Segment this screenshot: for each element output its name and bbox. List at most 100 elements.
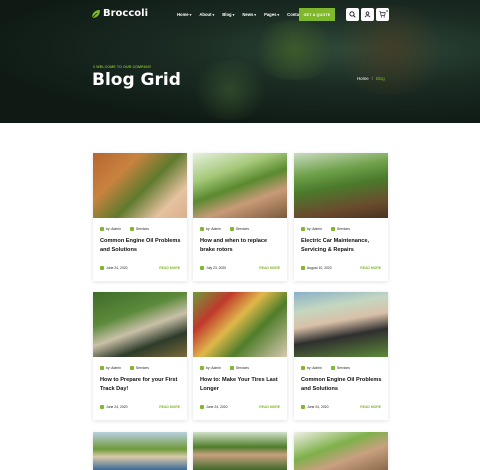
blog-card-image[interactable] <box>193 153 287 218</box>
calendar-icon <box>200 266 204 270</box>
user-icon <box>100 227 104 231</box>
folder-icon <box>229 227 234 231</box>
blog-card[interactable] <box>294 432 388 470</box>
page-hero: Broccoli Home ▾ About ▾ Blog ▾ News ▾ Pages ▾… <box>0 0 480 123</box>
blog-card-title[interactable]: How and when to replace brake rotors <box>200 237 282 254</box>
calendar-icon <box>301 266 305 270</box>
blog-card-footer: July 23, 2020 READ MORE <box>200 266 280 270</box>
author-label: by: Admin <box>106 366 121 370</box>
category-label: Services <box>235 366 249 370</box>
calendar-icon <box>100 405 104 409</box>
post-category[interactable]: Services <box>129 227 149 231</box>
read-more-link[interactable]: READ MORE <box>360 405 381 409</box>
blog-card[interactable]: by: Admin Services How and when to repla… <box>193 153 287 281</box>
blog-card-meta: by: Admin Services <box>200 227 249 231</box>
blog-card[interactable]: by: Admin Services How to Prepare for yo… <box>93 292 187 420</box>
blog-card-title[interactable]: Common Engine Oil Problems and Solutions <box>301 376 383 393</box>
blog-card[interactable]: by: Admin Services How to: Make Your Tir… <box>193 292 287 420</box>
category-label: Services <box>135 227 149 231</box>
blog-card-image[interactable] <box>193 292 287 357</box>
author-label: by: Admin <box>307 227 322 231</box>
hero-background-image <box>250 20 340 80</box>
broccoli-leaf-icon <box>91 9 100 18</box>
category-label: Services <box>235 227 249 231</box>
read-more-link[interactable]: READ MORE <box>360 266 381 270</box>
blog-card-image[interactable] <box>193 432 287 470</box>
hero-eyebrow: // WELCOME TO OUR COMPANY <box>93 65 152 69</box>
page-title: Blog Grid <box>92 70 181 90</box>
post-author[interactable]: by: Admin <box>301 366 322 370</box>
read-more-link[interactable]: READ MORE <box>159 405 180 409</box>
blog-card[interactable] <box>93 432 187 470</box>
blog-card-meta: by: Admin Services <box>301 227 350 231</box>
blog-card-image[interactable] <box>294 153 388 218</box>
blog-card[interactable]: by: Admin Services Electric Car Maintena… <box>294 153 388 281</box>
nav-item-about[interactable]: About ▾ <box>199 12 214 17</box>
category-label: Services <box>336 366 350 370</box>
nav-label: Blog <box>222 12 232 17</box>
main-nav: Home ▾ About ▾ Blog ▾ News ▾ Pages ▾ Contact <box>177 12 303 17</box>
blog-card-footer: August 10, 2020 READ MORE <box>301 266 381 270</box>
chevron-down-icon: ▾ <box>277 12 280 17</box>
post-date: July 23, 2020 <box>200 266 226 270</box>
post-author[interactable]: by: Admin <box>200 366 221 370</box>
get-a-quote-button[interactable]: GET A QUOTE <box>299 8 335 21</box>
cart-count-badge: 0 <box>386 9 388 13</box>
blog-card-title[interactable]: How to Prepare for your First Track Day! <box>100 376 182 393</box>
blog-card-meta: by: Admin Services <box>301 366 350 370</box>
date-label: July 23, 2020 <box>206 266 227 270</box>
post-author[interactable]: by: Admin <box>100 227 121 231</box>
user-icon <box>200 366 204 370</box>
blog-card[interactable]: by: Admin Services Common Engine Oil Pro… <box>93 153 187 281</box>
calendar-icon <box>100 266 104 270</box>
chevron-down-icon: ▾ <box>232 12 235 17</box>
blog-card-image[interactable] <box>294 432 388 470</box>
blog-card-footer: June 24, 2020 READ MORE <box>100 405 180 409</box>
chevron-down-icon: ▾ <box>189 12 192 17</box>
search-button[interactable] <box>346 8 359 21</box>
post-category[interactable]: Services <box>229 366 249 370</box>
account-button[interactable] <box>361 8 374 21</box>
post-category[interactable]: Services <box>129 366 149 370</box>
blog-card-title[interactable]: Common Engine Oil Problems and Solutions <box>100 237 182 254</box>
post-category[interactable]: Services <box>229 227 249 231</box>
blog-card-image[interactable] <box>93 292 187 357</box>
blog-card-meta: by: Admin Services <box>100 366 149 370</box>
blog-card[interactable]: by: Admin Services Common Engine Oil Pro… <box>294 292 388 420</box>
folder-icon <box>229 366 234 370</box>
post-author[interactable]: by: Admin <box>301 227 322 231</box>
blog-card-footer: June 24, 2020 READ MORE <box>100 266 180 270</box>
brand-name: Broccoli <box>103 8 149 19</box>
read-more-link[interactable]: READ MORE <box>259 266 280 270</box>
breadcrumb-current: Blog <box>375 76 385 81</box>
blog-card[interactable] <box>193 432 287 470</box>
breadcrumb-home-link[interactable]: Home <box>357 76 369 81</box>
cart-button[interactable]: 0 <box>376 8 389 21</box>
post-date: June 24, 2020 <box>301 405 329 409</box>
post-category[interactable]: Services <box>330 227 350 231</box>
read-more-link[interactable]: READ MORE <box>159 266 180 270</box>
site-logo[interactable]: Broccoli <box>91 8 148 19</box>
post-author[interactable]: by: Admin <box>100 366 121 370</box>
blog-card-meta: by: Admin Services <box>200 366 249 370</box>
blog-card-title[interactable]: Electric Car Maintenance, Servicing & Re… <box>301 237 383 254</box>
cart-icon <box>379 11 386 18</box>
post-date: June 24, 2020 <box>100 266 128 270</box>
folder-icon <box>330 227 335 231</box>
blog-card-image[interactable] <box>294 292 388 357</box>
nav-item-news[interactable]: News ▾ <box>242 12 256 17</box>
breadcrumb-separator: / <box>371 76 373 81</box>
nav-item-home[interactable]: Home ▾ <box>177 12 191 17</box>
breadcrumb: Home / Blog <box>357 76 385 81</box>
blog-card-image[interactable] <box>93 432 187 470</box>
blog-card-image[interactable] <box>93 153 187 218</box>
category-label: Services <box>336 227 350 231</box>
hero-background-image <box>190 60 270 120</box>
blog-card-footer: June 24, 2020 READ MORE <box>301 405 381 409</box>
nav-item-blog[interactable]: Blog ▾ <box>222 12 234 17</box>
read-more-link[interactable]: READ MORE <box>259 405 280 409</box>
blog-card-title[interactable]: How to: Make Your Tires Last Longer <box>200 376 282 393</box>
nav-item-pages[interactable]: Pages ▾ <box>264 12 279 17</box>
post-category[interactable]: Services <box>330 366 350 370</box>
post-author[interactable]: by: Admin <box>200 227 221 231</box>
